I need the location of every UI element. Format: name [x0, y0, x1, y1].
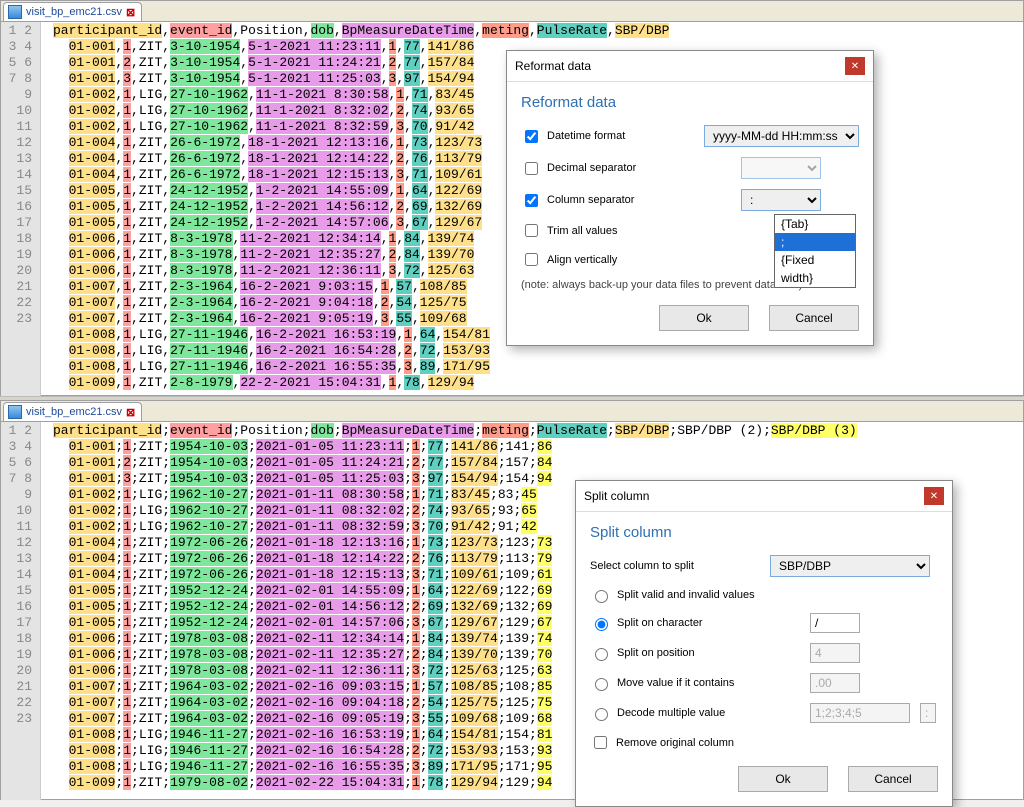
select-column-dropdown[interactable]: SBP/DBP: [770, 555, 930, 577]
dropdown-option-tab[interactable]: {Tab}: [775, 215, 855, 233]
decode-delimiter-input[interactable]: [920, 703, 936, 723]
cancel-button[interactable]: Cancel: [769, 305, 859, 331]
ok-button[interactable]: Ok: [659, 305, 749, 331]
dialog-title: Reformat data: [515, 59, 591, 73]
split-column-dialog: Split column ✕ Split column Select colum…: [575, 480, 953, 807]
column-separator-select[interactable]: :: [741, 189, 821, 211]
split-character-input[interactable]: [810, 613, 860, 633]
file-icon: [8, 5, 22, 19]
decode-multiple-value-radio[interactable]: Decode multiple value: [590, 705, 800, 721]
trim-values-checkbox[interactable]: Trim all values: [521, 221, 731, 240]
reformat-dialog: Reformat data ✕ Reformat data Datetime f…: [506, 50, 874, 346]
select-column-label: Select column to split: [590, 560, 760, 572]
datetime-format-select[interactable]: yyyy-MM-dd HH:mm:ss: [704, 125, 859, 147]
split-on-character-radio[interactable]: Split on character: [590, 615, 800, 631]
tab-bar-top: visit_bp_emc21.csv ⊠: [1, 1, 1023, 22]
line-number-gutter: 1 2 3 4 5 6 7 8 9 10 11 12 13 14 15 16 1…: [1, 22, 41, 396]
ok-button[interactable]: Ok: [738, 766, 828, 792]
dropdown-option-fixed-width[interactable]: {Fixed width}: [775, 251, 855, 287]
dialog-title: Split column: [584, 489, 649, 503]
dialog-titlebar[interactable]: Reformat data ✕: [507, 51, 873, 82]
dialog-titlebar[interactable]: Split column ✕: [576, 481, 952, 512]
split-position-input[interactable]: [810, 643, 860, 663]
align-vertically-checkbox[interactable]: Align vertically: [521, 250, 731, 269]
file-icon: [8, 405, 22, 419]
close-tab-icon[interactable]: ⊠: [126, 6, 135, 19]
cancel-button[interactable]: Cancel: [848, 766, 938, 792]
column-separator-dropdown[interactable]: {Tab} ; {Fixed width}: [774, 214, 856, 288]
decimal-separator-checkbox[interactable]: Decimal separator: [521, 159, 731, 178]
close-icon[interactable]: ✕: [845, 57, 865, 75]
decimal-separator-select: [741, 157, 821, 179]
column-separator-checkbox[interactable]: Column separator: [521, 191, 731, 210]
split-valid-invalid-radio[interactable]: Split valid and invalid values: [590, 587, 800, 603]
split-on-position-radio[interactable]: Split on position: [590, 645, 800, 661]
file-tab-label: visit_bp_emc21.csv: [26, 406, 122, 418]
move-value-input[interactable]: [810, 673, 860, 693]
dialog-heading: Reformat data: [521, 94, 859, 111]
tab-bar-bottom: visit_bp_emc21.csv ⊠: [1, 401, 1023, 422]
datetime-format-checkbox[interactable]: Datetime format: [521, 127, 694, 146]
close-tab-icon[interactable]: ⊠: [126, 406, 135, 419]
line-number-gutter: 1 2 3 4 5 6 7 8 9 10 11 12 13 14 15 16 1…: [1, 422, 41, 800]
file-tab-top[interactable]: visit_bp_emc21.csv ⊠: [3, 2, 142, 21]
decode-values-input[interactable]: [810, 703, 910, 723]
file-tab-bottom[interactable]: visit_bp_emc21.csv ⊠: [3, 402, 142, 421]
close-icon[interactable]: ✕: [924, 487, 944, 505]
dialog-heading: Split column: [590, 524, 938, 541]
remove-original-checkbox[interactable]: Remove original column: [590, 733, 800, 752]
move-value-contains-radio[interactable]: Move value if it contains: [590, 675, 800, 691]
file-tab-label: visit_bp_emc21.csv: [26, 6, 122, 18]
dropdown-option-semicolon[interactable]: ;: [775, 233, 855, 251]
